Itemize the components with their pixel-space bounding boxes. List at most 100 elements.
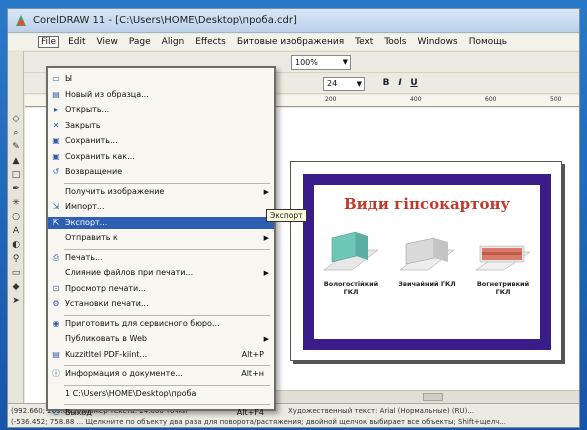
submenu-arrow-icon: ▶ [263, 234, 269, 242]
text-tool-icon[interactable]: A [10, 225, 22, 237]
file-menu-dropdown: ▭ Ы ▤ Новый из образца... ▸ Открыть... ✕ Закрыт… [46, 66, 276, 417]
file-menu-item-8[interactable]: ⇲ Импорт... [48, 201, 274, 213]
chevron-down-icon: ▼ [342, 58, 348, 66]
save-as-icon: ▣ [52, 151, 60, 161]
moisture-resistant-board-image[interactable] [322, 230, 380, 274]
file-menu-item-9[interactable]: ⇱ Экспорт... [48, 216, 274, 229]
shape-tool-icon[interactable]: ◇ [10, 113, 22, 125]
file-menu-item-label: Отправить к [65, 233, 118, 242]
zoom-tool-icon[interactable]: ⌕ [10, 127, 22, 139]
toolbox: ◇ ⌕ ✎ ▲ □ ✒ ✳ ○ A ◐ ⚲ ▭ ◆ ➤ [8, 51, 24, 403]
menu-10[interactable]: Помощь [467, 37, 509, 47]
menu-shortcut: Alt+F4 [236, 408, 264, 417]
menu-separator [64, 384, 270, 386]
file-menu-item-12[interactable]: Слияние файлов при печати... ▶ [48, 267, 274, 279]
menu-3[interactable]: Page [127, 37, 153, 47]
file-menu-item-label: Просмотр печати... [65, 283, 146, 293]
file-menu-item-13[interactable]: ⊡ Просмотр печати... [48, 283, 274, 295]
eyedropper-tool-icon[interactable]: ⚲ [10, 253, 22, 265]
menu-4[interactable]: Align [160, 37, 187, 47]
file-menu-item-17[interactable]: ▤ Kuzzitltel PDF-kiint... Alt+P [48, 349, 274, 361]
file-menu-item-14[interactable]: ⚙ Установки печати... [48, 298, 274, 310]
file-menu-item-0[interactable]: ▭ Ы [48, 73, 274, 85]
chevron-down-icon: ▼ [356, 80, 362, 88]
file-menu-item-18[interactable]: ⓘ Информация о документе... Alt+н [48, 368, 274, 380]
menu-shortcut: Alt+P [241, 349, 264, 359]
file-menu-item-label: Выход [65, 408, 92, 417]
file-menu-item-16[interactable]: Публиковать в Web ▶ [48, 333, 274, 345]
menu-8[interactable]: Tools [382, 37, 408, 47]
fill-tool-icon[interactable]: ◆ [10, 281, 22, 293]
print-icon: ⎙ [52, 252, 60, 262]
pen-tool-icon[interactable]: ✒ [10, 183, 22, 195]
caption-fire-resistant: Вогнетривкий ГКЛ [476, 280, 530, 296]
bold-button[interactable]: B [380, 77, 392, 90]
menu-separator [64, 314, 270, 316]
menu-0[interactable]: File [38, 36, 60, 48]
file-menu-item-20[interactable]: ⏻ Выход Alt+F4 [48, 407, 274, 419]
file-menu-item-label: Импорт... [65, 202, 105, 211]
file-menu-item-3[interactable]: ✕ Закрыть [48, 120, 274, 132]
prepare-icon: ◉ [52, 318, 60, 328]
new-icon: ▭ [52, 74, 60, 83]
import-icon: ⇲ [52, 202, 60, 211]
font-size-value: 24 [327, 79, 338, 88]
scrollbar-thumb[interactable] [423, 393, 443, 401]
document-page: Види гіпсокартону Вологостійкий ГКЛ Звич… [290, 161, 562, 361]
file-menu-item-1[interactable]: ▤ Новый из образца... [48, 89, 274, 101]
file-menu-item-6[interactable]: ↺ Возвращение [48, 166, 274, 178]
file-menu-item-label: Сохранить... [65, 136, 118, 145]
exit-icon: ⏻ [52, 408, 60, 417]
outline-tool-icon[interactable]: ▭ [10, 267, 22, 279]
template-icon: ▤ [52, 89, 60, 99]
menu-1[interactable]: Edit [66, 37, 87, 47]
underline-button[interactable]: U [408, 77, 420, 90]
submenu-arrow-icon: ▶ [263, 187, 269, 196]
submenu-arrow-icon: ▶ [263, 269, 269, 277]
polygon-tool-icon[interactable]: ✳ [10, 197, 22, 209]
zoom-value: 100% [295, 58, 318, 67]
file-menu-item-10[interactable]: Отправить к ▶ [48, 232, 274, 244]
smart-fill-tool-icon[interactable]: ▲ [10, 155, 22, 167]
slide-border: Види гіпсокартону Вологостійкий ГКЛ Звич… [303, 174, 551, 350]
horizontal-scrollbar[interactable] [253, 390, 579, 403]
file-menu-item-2[interactable]: ▸ Открыть... [48, 104, 274, 116]
file-menu-item-label: Слияние файлов при печати... [65, 268, 194, 277]
file-menu-item-19[interactable]: 1 C:\Users\HOME\Desktop\проба [48, 388, 274, 400]
file-menu-item-15[interactable]: ◉ Приготовить для сервисного бюро... [48, 318, 274, 330]
file-menu-item-4[interactable]: ▣ Сохранить... [48, 135, 274, 147]
title-bar: CorelDRAW 11 - [C:\Users\HOME\Desktop\пр… [8, 9, 579, 33]
export-icon: ⇱ [52, 217, 60, 227]
menu-separator [64, 365, 270, 366]
menu-separator [64, 248, 270, 250]
file-menu-item-7[interactable]: Получить изображение ▶ [48, 186, 274, 198]
menu-5[interactable]: Effects [193, 37, 228, 47]
italic-button[interactable]: I [394, 77, 406, 90]
file-menu-item-5[interactable]: ▣ Сохранить как... [48, 151, 274, 163]
open-icon: ▸ [53, 105, 58, 114]
ruler-tick: 500 [550, 96, 562, 103]
coreldraw-window: CorelDRAW 11 - [C:\Users\HOME\Desktop\пр… [7, 8, 580, 428]
close-doc-icon: ✕ [52, 120, 60, 130]
ellipse-tool-icon[interactable]: ○ [10, 211, 22, 223]
file-menu-item-11[interactable]: ⎙ Печать... [48, 252, 274, 264]
file-menu-item-label: 1 C:\Users\HOME\Desktop\проба [65, 388, 197, 398]
freehand-tool-icon[interactable]: ✎ [10, 141, 22, 153]
menu-7[interactable]: Text [353, 37, 375, 47]
font-size-combo[interactable]: 24 ▼ [323, 77, 365, 91]
file-menu-item-label: Экспорт... [65, 217, 108, 227]
menu-9[interactable]: Windows [416, 37, 460, 47]
file-menu-item-label: Установки печати... [65, 299, 149, 308]
menu-separator [64, 182, 270, 184]
rectangle-tool-icon[interactable]: □ [10, 169, 22, 181]
slide-title[interactable]: Види гіпсокартону [314, 195, 540, 213]
menu-2[interactable]: View [95, 37, 120, 47]
zoom-combo[interactable]: 100% ▼ [291, 55, 351, 70]
fire-resistant-board-image[interactable] [474, 230, 532, 274]
menu-6[interactable]: Битовые изображения [235, 37, 346, 47]
pick-tool-icon[interactable]: ➤ [10, 295, 22, 307]
interactive-tool-icon[interactable]: ◐ [10, 239, 22, 251]
ruler-tick: 600 [485, 96, 497, 103]
file-menu-item-label: Сохранить как... [65, 151, 135, 161]
standard-board-image[interactable] [398, 230, 456, 274]
